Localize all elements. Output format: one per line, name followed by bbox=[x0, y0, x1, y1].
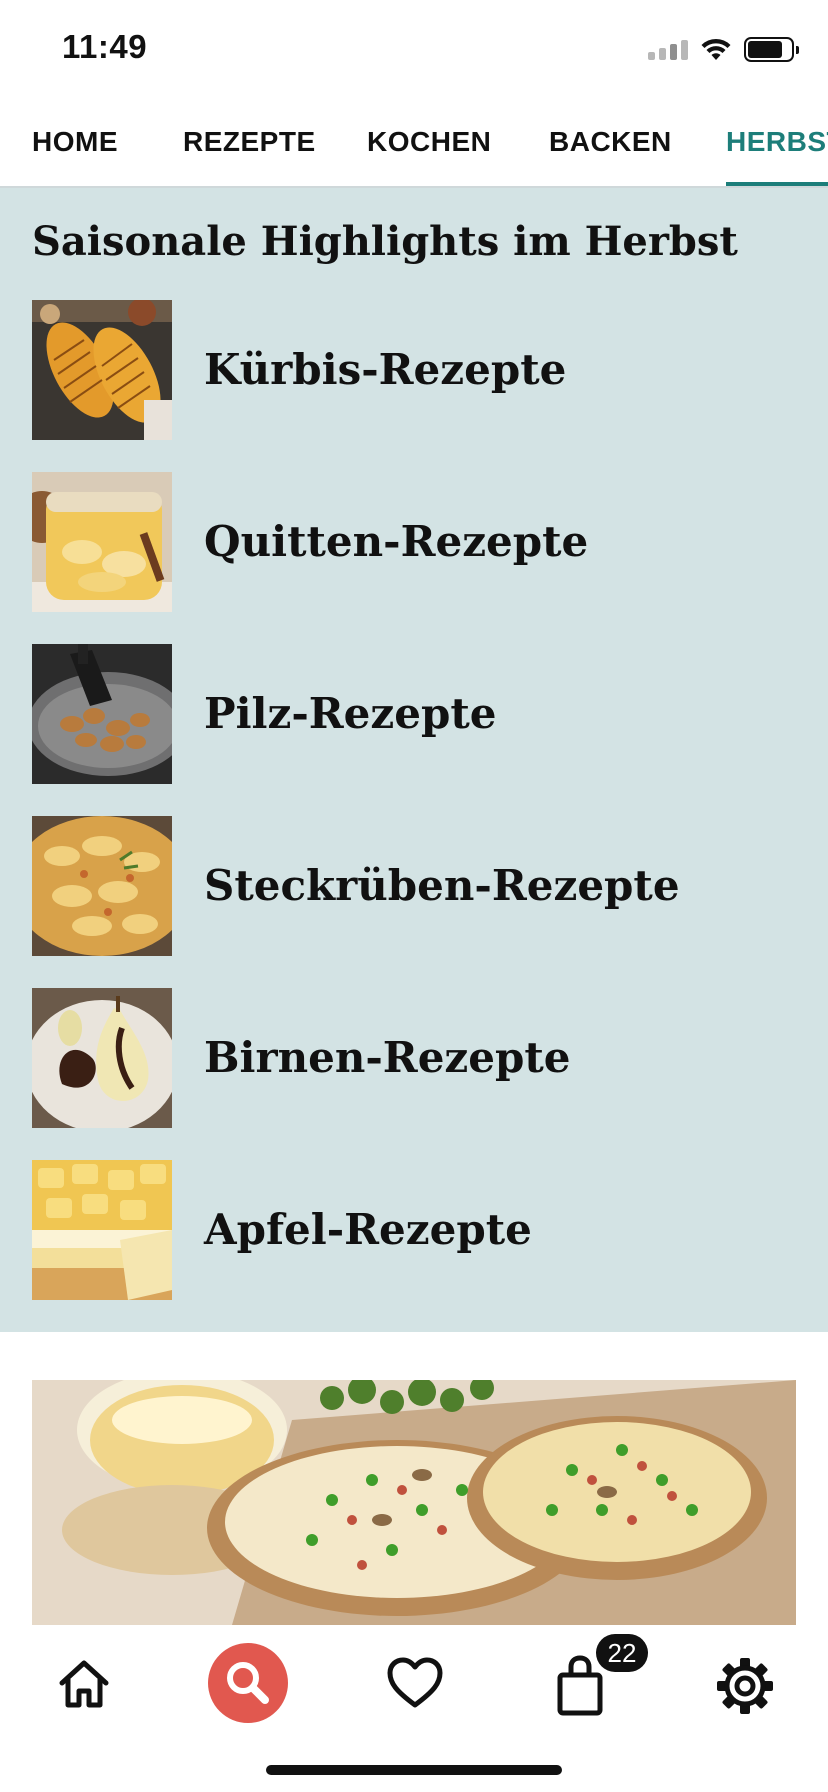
status-bar: 11:49 bbox=[0, 0, 828, 100]
list-item-pilz[interactable]: Pilz-Rezepte bbox=[32, 644, 812, 784]
favorites-button[interactable] bbox=[386, 1655, 444, 1713]
flammkuchen-image bbox=[32, 1380, 796, 1625]
home-icon bbox=[59, 1660, 109, 1708]
status-time: 11:49 bbox=[62, 28, 148, 65]
cellular-signal-icon bbox=[648, 38, 688, 60]
apple-recipe-image bbox=[32, 1160, 172, 1300]
tab-kochen[interactable]: KOCHEN bbox=[367, 126, 491, 158]
cart-count-badge: 22 bbox=[596, 1634, 648, 1672]
pumpkin-recipe-image bbox=[32, 300, 172, 440]
home-button[interactable] bbox=[54, 1655, 114, 1715]
active-tab-indicator bbox=[726, 182, 828, 186]
mushroom-recipe-image bbox=[32, 644, 172, 784]
gear-icon bbox=[717, 1658, 773, 1714]
list-item-label: Kürbis-Rezepte bbox=[204, 345, 567, 394]
pear-recipe-image bbox=[32, 988, 172, 1128]
tab-rezepte[interactable]: REZEPTE bbox=[183, 126, 316, 158]
category-tabs: HOME REZEPTE KOCHEN BACKEN HERBST bbox=[0, 100, 828, 188]
quince-recipe-image bbox=[32, 472, 172, 612]
tab-home[interactable]: HOME bbox=[32, 126, 118, 158]
seasonal-highlights-section: Saisonale Highlights im Herbst Kürbis-Re… bbox=[0, 188, 828, 1332]
tab-herbst[interactable]: HERBST bbox=[726, 126, 828, 158]
settings-button[interactable] bbox=[714, 1655, 776, 1717]
section-title: Saisonale Highlights im Herbst bbox=[32, 218, 738, 265]
list-item-label: Birnen-Rezepte bbox=[204, 1033, 571, 1082]
battery-icon bbox=[744, 36, 799, 62]
featured-recipe-banner[interactable] bbox=[32, 1380, 796, 1625]
wifi-icon bbox=[701, 38, 731, 60]
list-item-label: Steckrüben-Rezepte bbox=[204, 861, 680, 910]
status-icons bbox=[648, 34, 799, 64]
list-item-steckrueben[interactable]: Steckrüben-Rezepte bbox=[32, 816, 812, 956]
list-item-apfel[interactable]: Apfel-Rezepte bbox=[32, 1160, 812, 1300]
search-button[interactable] bbox=[208, 1643, 288, 1723]
tab-backen[interactable]: BACKEN bbox=[549, 126, 672, 158]
list-item-birnen[interactable]: Birnen-Rezepte bbox=[32, 988, 812, 1128]
list-item-label: Pilz-Rezepte bbox=[204, 689, 497, 738]
search-icon bbox=[227, 1662, 269, 1704]
list-item-kuerbis[interactable]: Kürbis-Rezepte bbox=[32, 300, 812, 440]
list-item-quitten[interactable]: Quitten-Rezepte bbox=[32, 472, 812, 612]
heart-icon bbox=[387, 1657, 443, 1708]
list-item-label: Apfel-Rezepte bbox=[204, 1205, 532, 1254]
home-indicator bbox=[266, 1765, 562, 1775]
rutabaga-recipe-image bbox=[32, 816, 172, 956]
list-item-label: Quitten-Rezepte bbox=[204, 517, 589, 566]
